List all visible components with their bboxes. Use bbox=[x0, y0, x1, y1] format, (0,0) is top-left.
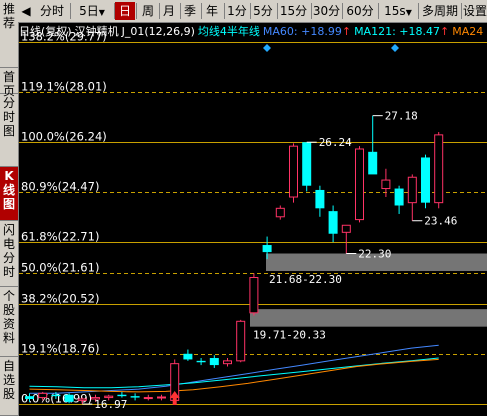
candle-body-up[interactable] bbox=[249, 277, 259, 314]
fib-level-label: 61.8%(22.71) bbox=[21, 230, 99, 244]
support-zone bbox=[250, 309, 487, 327]
left-nav-item[interactable]: 闪电分时 bbox=[0, 221, 18, 287]
moving-average-line bbox=[29, 357, 439, 389]
fib-level-label: 19.1%(18.76) bbox=[21, 342, 99, 356]
candle-body-up[interactable] bbox=[407, 176, 417, 204]
candle-body-up[interactable] bbox=[157, 396, 166, 399]
candle-body-up[interactable] bbox=[341, 224, 351, 233]
candle-body-down[interactable] bbox=[328, 211, 338, 234]
support-zone-label: 21.68-22.30 bbox=[269, 273, 342, 286]
left-nav-item[interactable]: 自选股 bbox=[0, 357, 18, 416]
price-callout-label: 22.30 bbox=[358, 248, 391, 261]
candle-body-down[interactable] bbox=[262, 245, 272, 253]
price-callout-label: 16.97 bbox=[94, 398, 127, 411]
candle-body-down[interactable] bbox=[117, 394, 127, 397]
fib-level-label: 38.2%(20.52) bbox=[21, 292, 99, 306]
price-callout-label: 26.24 bbox=[319, 136, 352, 149]
candle-body-down[interactable] bbox=[183, 353, 193, 360]
candle-body-up[interactable] bbox=[434, 134, 444, 204]
diamond-marker-icon bbox=[391, 44, 399, 52]
candle-body-up[interactable] bbox=[77, 398, 87, 401]
candle-body-down[interactable] bbox=[130, 396, 140, 398]
candle-body-up[interactable] bbox=[381, 179, 391, 190]
price-callout-label: 23.46 bbox=[424, 215, 457, 228]
fib-level-label: 119.1%(28.01) bbox=[21, 80, 107, 94]
candle-body-down[interactable] bbox=[25, 396, 34, 399]
left-nav-item[interactable]: 个股资料 bbox=[0, 287, 18, 357]
candle-body-down[interactable] bbox=[421, 157, 430, 203]
candle-body-up[interactable] bbox=[143, 397, 153, 400]
fib-level-label: 100.0%(26.24) bbox=[21, 130, 107, 144]
candle-body-down[interactable] bbox=[51, 394, 61, 397]
candle-body-down[interactable] bbox=[394, 188, 404, 206]
left-nav-item[interactable]: K线图 bbox=[0, 167, 18, 221]
price-callout-label: 27.18 bbox=[385, 110, 418, 123]
candle-body-down[interactable] bbox=[64, 394, 74, 402]
support-zone-label: 19.71-20.33 bbox=[253, 329, 326, 342]
candle-body-up[interactable] bbox=[355, 148, 364, 221]
fib-level-label: 138.2%(29.77) bbox=[21, 30, 107, 44]
candle-body-up[interactable] bbox=[275, 207, 285, 218]
candle-body-down[interactable] bbox=[196, 360, 206, 363]
candle-body-up[interactable] bbox=[236, 320, 246, 362]
candle-body-down[interactable] bbox=[302, 142, 312, 186]
kline-chart[interactable]: 138.2%(29.77) 119.1%(28.01) 100.0%(26.24) 8… bbox=[19, 0, 487, 416]
candle-body-up[interactable] bbox=[223, 360, 232, 365]
left-nav-item[interactable]: 推荐 bbox=[0, 0, 18, 68]
left-nav: 推荐 首页 分时图 K线图 闪电分时 个股资料 自选股 bbox=[0, 0, 19, 416]
candle-body-up[interactable] bbox=[38, 392, 48, 399]
fib-level-label: 50.0%(21.61) bbox=[21, 261, 99, 275]
candle-body-up[interactable] bbox=[289, 145, 298, 198]
candle-body-down[interactable] bbox=[368, 151, 378, 175]
candle-body-down[interactable] bbox=[315, 189, 325, 209]
left-nav-item[interactable]: 首页 bbox=[0, 68, 18, 98]
fib-level-label: 80.9%(24.47) bbox=[21, 180, 99, 194]
left-nav-item[interactable]: 分时图 bbox=[0, 94, 18, 167]
diamond-marker-icon bbox=[263, 44, 271, 52]
candle-body-down[interactable] bbox=[209, 358, 219, 366]
